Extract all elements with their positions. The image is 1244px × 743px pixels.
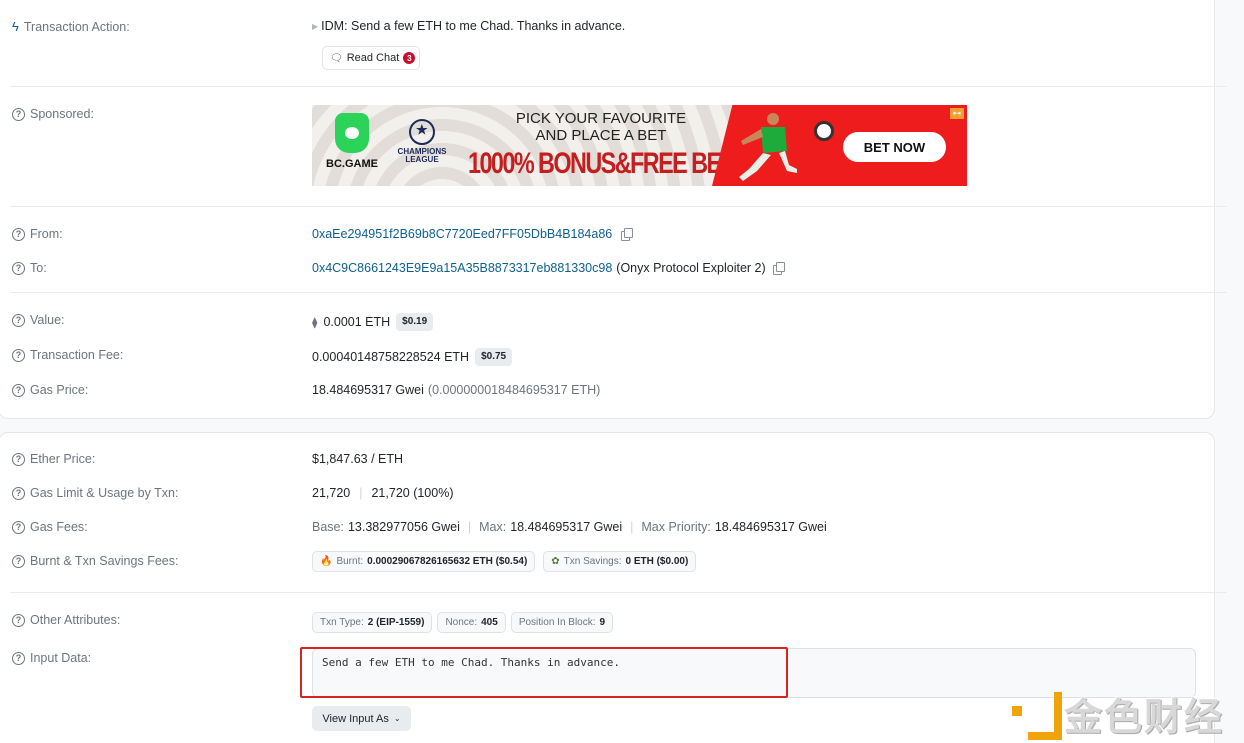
bet-now-button[interactable]: BET NOW: [843, 132, 946, 162]
help-icon: ?: [12, 554, 25, 568]
ethereum-icon: ⧫: [312, 316, 318, 329]
ad-choices-icon[interactable]: ▸◂: [950, 108, 964, 119]
sponsored-banner-ad[interactable]: BC.GAME CHAMPIONS LEAGUE PICK YOUR FAVOU…: [312, 105, 967, 186]
divider: [10, 206, 1227, 207]
burnt-savings-label: ? Burnt & Txn Savings Fees:: [12, 554, 178, 568]
from-value: 0xaEe294951f2B69b8C7720Eed7FF05DbB4B184a…: [312, 227, 634, 241]
sponsored-label: ? Sponsored:: [12, 107, 94, 121]
txn-savings-chip: ✿ Txn Savings: 0 ETH ($0.00): [543, 551, 697, 572]
view-input-as-button[interactable]: View Input As ⌄: [312, 706, 411, 731]
ad-promo-text: 1000% BONUS&FREE BE: [468, 147, 722, 180]
transaction-fee-label: ? Transaction Fee:: [12, 348, 123, 362]
gas-fees-value: Base: 13.382977056 Gwei | Max: 18.484695…: [312, 520, 827, 534]
value-value: ⧫ 0.0001 ETH $0.19: [312, 313, 434, 331]
to-name-tag: (Onyx Protocol Exploiter 2): [616, 261, 766, 275]
help-icon: ?: [12, 486, 25, 500]
ad-headline: PICK YOUR FAVOURITE AND PLACE A BET: [515, 110, 687, 145]
jinse-logo-icon: [1012, 691, 1062, 740]
input-data-label: ? Input Data:: [12, 651, 91, 665]
separator: |: [359, 486, 363, 500]
page-gutter: [1215, 0, 1244, 743]
ether-price-label: ? Ether Price:: [12, 452, 95, 466]
transaction-action-label: ϟ Transaction Action:: [12, 19, 130, 34]
divider: [10, 86, 1227, 87]
usd-value-badge: $0.19: [396, 313, 434, 331]
help-icon: ?: [12, 520, 25, 534]
gas-fees-label: ? Gas Fees:: [12, 520, 88, 534]
chat-icon: 🗨: [330, 52, 343, 64]
help-icon: ?: [12, 383, 25, 397]
ether-price-value: $1,847.63 / ETH: [312, 452, 404, 466]
copy-icon[interactable]: [621, 228, 634, 241]
gas-limit-value: 21,720 | 21,720 (100%): [312, 486, 454, 500]
caret-right-icon: ▶: [312, 21, 319, 31]
lightning-icon: ϟ: [12, 19, 19, 34]
soccer-player-image: [739, 113, 797, 181]
burnt-savings-value: 🔥 Burnt: 0.00029067826165632 ETH ($0.54)…: [312, 551, 697, 572]
gas-price-value: 18.484695317 Gwei (0.000000018484695317 …: [312, 383, 601, 397]
help-icon: ?: [12, 651, 25, 665]
help-icon: ?: [12, 261, 25, 275]
read-chat-button[interactable]: 🗨 Read Chat 3: [322, 46, 420, 70]
transaction-fee-value: 0.00040148758228524 ETH $0.75: [312, 348, 513, 366]
burnt-chip: 🔥 Burnt: 0.00029067826165632 ETH ($0.54): [312, 551, 536, 572]
divider: [10, 592, 1227, 593]
help-icon: ?: [12, 227, 25, 241]
fire-icon: 🔥: [320, 556, 333, 567]
usd-fee-badge: $0.75: [475, 348, 513, 366]
other-attributes-label: ? Other Attributes:: [12, 613, 120, 627]
copy-icon[interactable]: [772, 262, 785, 275]
help-icon: ?: [12, 452, 25, 466]
transaction-overview-card: [0, 0, 1215, 419]
nonce-chip: Nonce: 405: [437, 612, 506, 633]
separator: |: [467, 520, 472, 534]
help-icon: ?: [12, 348, 25, 362]
champions-league-logo: CHAMPIONS LEAGUE: [392, 119, 452, 165]
from-address-link[interactable]: 0xaEe294951f2B69b8C7720Eed7FF05DbB4B184a…: [312, 227, 612, 241]
other-attributes-value: Txn Type: 2 (EIP-1559) Nonce: 405 Positi…: [312, 612, 614, 633]
jinse-watermark: 金色财经: [1012, 686, 1224, 741]
help-icon: ?: [12, 107, 25, 121]
to-label: ? To:: [12, 261, 47, 275]
to-address-link[interactable]: 0x4C9C8661243E9E9a15A35B8873317eb881330c…: [312, 261, 612, 275]
savings-icon: ✿: [551, 556, 560, 567]
ad-brand-logo: BC.GAME: [322, 113, 382, 170]
value-label: ? Value:: [12, 313, 65, 327]
position-in-block-chip: Position In Block: 9: [510, 612, 614, 633]
separator: |: [630, 520, 634, 534]
unread-count-badge: 3: [403, 52, 416, 64]
help-icon: ?: [12, 613, 25, 627]
soccer-ball-icon: [814, 121, 834, 141]
starball-icon: [409, 119, 435, 145]
help-icon: ?: [12, 313, 25, 327]
gas-price-label: ? Gas Price:: [12, 383, 88, 397]
from-label: ? From:: [12, 227, 63, 241]
txn-type-chip: Txn Type: 2 (EIP-1559): [312, 612, 433, 633]
divider: [10, 292, 1227, 293]
gas-limit-label: ? Gas Limit & Usage by Txn:: [12, 486, 178, 500]
chevron-down-icon: ⌄: [393, 714, 401, 723]
to-value: 0x4C9C8661243E9E9a15A35B8873317eb881330c…: [312, 261, 785, 275]
bc-game-logo-icon: [335, 113, 369, 153]
transaction-action-value: ▶ IDM: Send a few ETH to me Chad. Thanks…: [312, 19, 626, 33]
